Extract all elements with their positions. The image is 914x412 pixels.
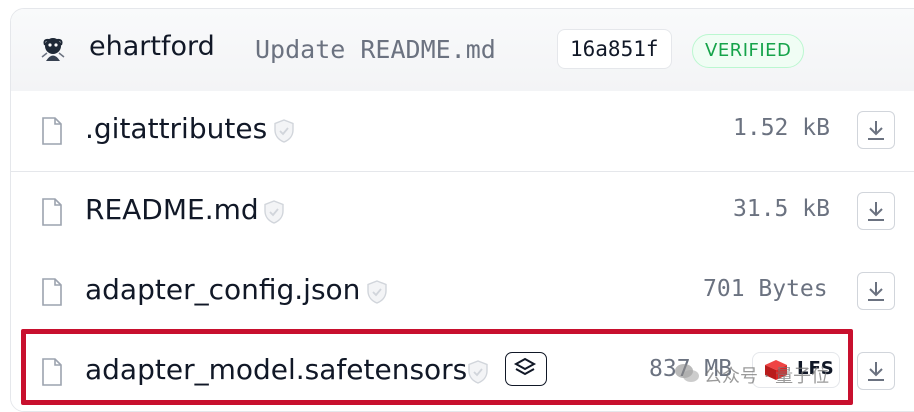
shield-icon[interactable] <box>273 119 295 143</box>
download-icon <box>868 282 884 301</box>
wechat-icon <box>675 364 699 382</box>
commit-author[interactable]: ehartford <box>89 31 215 62</box>
download-icon <box>868 202 884 221</box>
shield-icon[interactable] <box>366 280 388 304</box>
shield-icon[interactable] <box>467 360 489 384</box>
download-button[interactable] <box>857 192 895 230</box>
file-name[interactable]: adapter_model.safetensors <box>85 353 467 386</box>
file-icon <box>42 278 62 306</box>
file-name[interactable]: README.md <box>85 193 259 226</box>
layers-icon <box>513 357 537 376</box>
file-name[interactable]: .gitattributes <box>85 112 267 145</box>
file-icon <box>42 198 62 226</box>
commit-header: ehartford Update README.md 16a851f VERIF… <box>11 9 914 92</box>
file-row[interactable]: .gitattributes 1.52 kB <box>11 91 914 172</box>
file-icon <box>42 117 62 145</box>
verified-badge: VERIFIED <box>692 34 805 68</box>
download-button[interactable] <box>857 272 895 310</box>
file-row[interactable]: README.md 31.5 kB <box>11 172 914 253</box>
file-size: 1.52 kB <box>733 115 830 141</box>
commit-message[interactable]: Update README.md <box>255 35 496 64</box>
avatar[interactable] <box>39 35 67 63</box>
download-button[interactable] <box>857 111 895 149</box>
file-list-panel: ehartford Update README.md 16a851f VERIF… <box>10 8 914 412</box>
download-icon <box>868 362 884 381</box>
file-name[interactable]: adapter_config.json <box>85 273 360 306</box>
shield-icon[interactable] <box>263 200 285 224</box>
file-size: 31.5 kB <box>733 196 830 222</box>
file-icon <box>42 358 62 386</box>
commit-hash[interactable]: 16a851f <box>557 29 672 69</box>
file-row[interactable]: adapter_config.json 701 Bytes <box>11 252 914 333</box>
download-icon <box>868 121 884 140</box>
safetensors-viewer-button[interactable] <box>505 352 547 386</box>
watermark-text: 公众号 · 量子位 <box>704 366 830 387</box>
download-button[interactable] <box>857 352 895 390</box>
file-size: 701 Bytes <box>703 276 828 302</box>
